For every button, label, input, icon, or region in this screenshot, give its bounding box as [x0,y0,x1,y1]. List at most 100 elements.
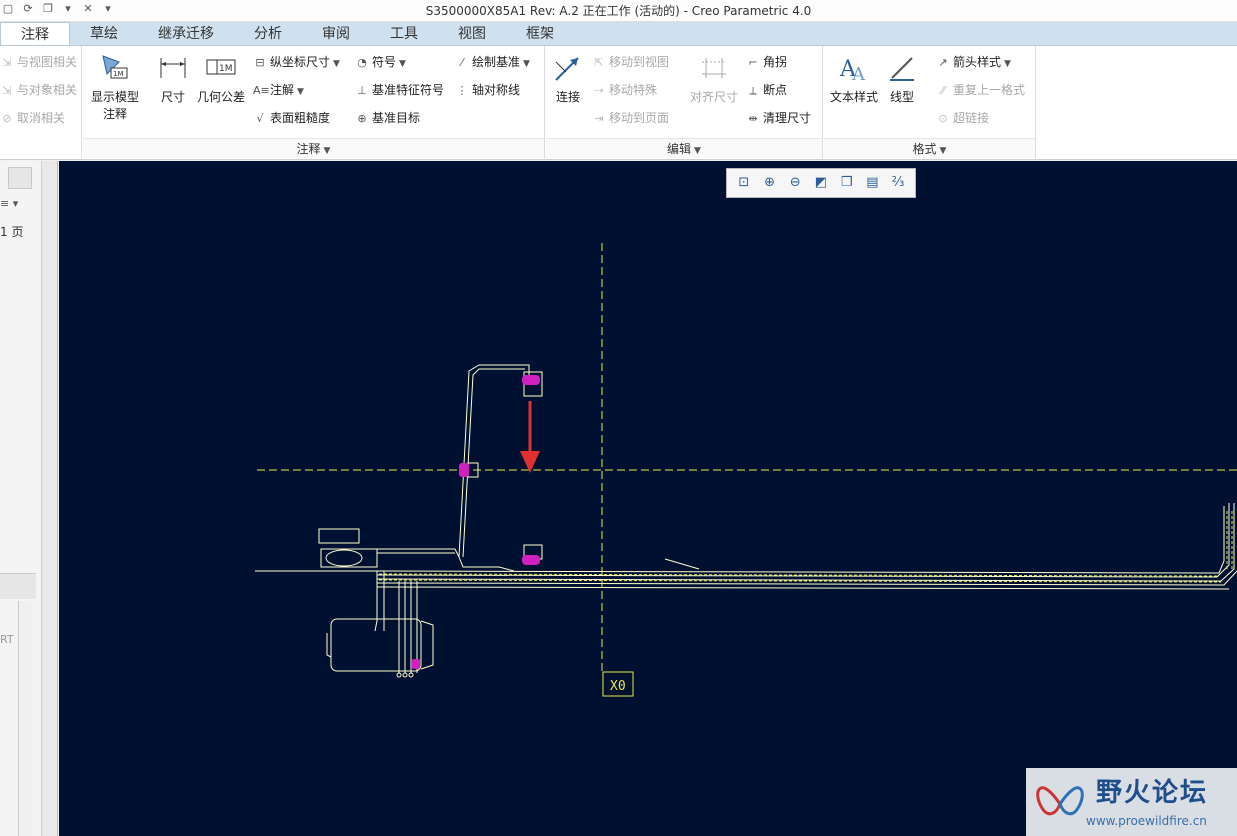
repeat-last-format-button[interactable]: ⁄⁄ 重复上一格式 [936,80,1025,100]
move-special-button[interactable]: ⇢ 移动特殊 [592,80,657,100]
edit-group-label[interactable]: 编辑 ▼ [546,138,822,158]
layer-tree-icon[interactable] [8,167,32,189]
axis-symmetry-icon: ⋮ [456,84,468,97]
format-group-label[interactable]: 格式 ▼ [824,138,1035,158]
gtol-button[interactable]: 1M 几何公差 [191,52,251,105]
view-toolbar: ⊡ ⊕ ⊖ ◩ ❒ ▤ ⅔ [726,168,916,198]
align-dimension-button[interactable]: 对齐尺寸 [684,52,744,105]
group-relations: ⇲ 与视图相关 ⇲ 与对象相关 ⊘ 取消相关 [0,46,82,160]
zoom-out-icon[interactable]: ⊖ [786,174,804,192]
chevron-down-icon: ▼ [297,87,304,97]
repeat-format-icon: ⁄⁄ [941,84,945,97]
connect-icon [555,57,579,81]
dimension-icon [160,58,186,78]
align-dimension-icon [702,58,726,78]
watermark-logo: 野火论坛 www.proewildfire.cn [1026,768,1237,836]
move-to-view-icon: ⇱ [594,56,604,69]
ordinate-icon: ⊟ [255,56,265,69]
butterfly-logo-icon [1036,786,1084,816]
group-format: A A 文本样式 线型 ↗ 箭头样式 ▼ ⁄⁄ 重复上一格式 ⊙ 超链接 格式 ▼ [824,46,1036,160]
tab-annotate[interactable]: 注释 [0,22,70,45]
svg-text:A: A [851,64,866,84]
link-icon: ⇲ [2,56,12,69]
draw-datum-icon: ⁄ [461,56,463,69]
line-style-button[interactable]: 线型 [872,52,932,105]
jog-button[interactable]: ⌐ 角拐 [746,52,787,72]
symbol-button[interactable]: ◔ 符号 ▼ [355,52,406,72]
move-to-view-button[interactable]: ⇱ 移动到视图 [592,52,669,72]
chevron-down-icon: ▼ [1004,59,1011,69]
ribbon: ⇲ 与视图相关 ⇲ 与对象相关 ⊘ 取消相关 1M 显示模型 注释 尺寸 1M … [0,46,1237,160]
gtol-icon: 1M [206,59,236,75]
unrelate-button[interactable]: ⊘ 取消相关 [0,108,65,128]
surface-finish-button[interactable]: √ 表面粗糙度 [253,108,330,128]
tab-analysis[interactable]: 分析 [234,22,302,45]
annotation-display-icon[interactable]: ⅔ [889,174,907,192]
annotate-group-label[interactable]: 注释 ▼ [83,138,544,158]
navigator-panel: ≡ ▾ 1 页 RT [0,161,58,836]
chevron-down-icon: ▼ [939,146,947,156]
move-to-page-button[interactable]: ⇥ 移动到页面 [592,108,669,128]
hyperlink-icon: ⊙ [938,112,948,125]
svg-text:1M: 1M [219,64,233,74]
pin-icon[interactable] [0,573,36,599]
connect-button[interactable]: 连接 [538,52,598,105]
symbol-icon: ◔ [357,56,367,69]
link-object-icon: ⇲ [2,84,12,97]
view-related-button[interactable]: ⇲ 与视图相关 [0,52,77,72]
jog-icon: ⌐ [748,56,758,69]
repaint-icon[interactable]: ◩ [812,174,830,192]
note-button[interactable]: A≡注解 ▼ [253,80,304,100]
line-style-icon [890,57,914,81]
datum-feature-symbol-button[interactable]: ⊥ 基准特征符号 [355,80,444,100]
show-model-annotations-icon: 1M [102,55,128,79]
chevron-down-icon: ▼ [399,59,406,69]
tab-tools[interactable]: 工具 [370,22,438,45]
red-arrow-icon [520,401,540,473]
chevron-down-icon: ▼ [694,146,701,156]
ordinate-dimension-button[interactable]: ⊟ 纵坐标尺寸 ▼ [253,52,340,72]
datum-target-button[interactable]: ⊕ 基准目标 [355,108,420,128]
watermark-url: www.proewildfire.cn [1086,814,1207,828]
group-edit: 连接 ⇱ 移动到视图 ⇢ 移动特殊 ⇥ 移动到页面 对齐尺寸 ⌐ 角拐 ⟂ 断点 ⇹ 清理尺… [546,46,823,160]
move-to-page-icon: ⇥ [594,112,604,125]
display-style-icon[interactable]: ❒ [838,174,856,192]
ribbon-tabs: 注释 草绘 继承迁移 分析 审阅 工具 视图 框架 [0,22,1237,46]
tab-legacy-migration[interactable]: 继承迁移 [138,22,234,45]
tree-filter-icon[interactable]: ≡ ▾ [0,197,36,215]
move-special-icon: ⇢ [594,84,604,97]
cleanup-dimensions-button[interactable]: ⇹ 清理尺寸 [746,108,811,128]
tab-sketch[interactable]: 草绘 [70,22,138,45]
zoom-in-icon[interactable]: ⊕ [761,174,779,192]
draw-datum-button[interactable]: ⁄ 绘制基准 ▼ [455,52,530,72]
window-title: S3500000X85A1 Rev: A.2 正在工作 (活动的) - Creo… [425,4,812,18]
refit-icon[interactable]: ⊡ [735,174,753,192]
chevron-down-icon: ▼ [323,146,331,156]
show-model-annotations-button[interactable]: 1M 显示模型 注释 [85,52,145,122]
tab-view[interactable]: 视图 [438,22,506,45]
tab-review[interactable]: 审阅 [302,22,370,45]
panel-scrollbar[interactable] [18,601,32,836]
title-bar: ▢ ⟳ ❐ ▾ ✕ ▾ S3500000X85A1 Rev: A.2 正在工作 … [0,0,1237,22]
panel-sash[interactable] [42,161,58,836]
unlink-icon: ⊘ [2,112,12,125]
chevron-down-icon: ▼ [523,59,530,69]
chevron-down-icon: ▼ [333,59,340,69]
note-icon: A≡ [253,84,270,97]
cleanup-icon: ⇹ [748,112,758,125]
drawing-canvas[interactable]: X0 [59,161,1237,836]
axis-symmetry-button[interactable]: ⋮ 轴对称线 [455,80,521,100]
watermark-name: 野火论坛 [1096,778,1209,808]
tab-frame[interactable]: 框架 [506,22,574,45]
axis-label: X0 [610,679,626,694]
datum-target-icon: ⊕ [357,112,367,125]
hyperlink-button[interactable]: ⊙ 超链接 [936,108,989,128]
arrow-style-icon: ↗ [938,56,948,69]
group-annotate: 1M 显示模型 注释 尺寸 1M 几何公差 ⊟ 纵坐标尺寸 ▼ A≡注解 ▼ √ 表面 [83,46,545,160]
break-button[interactable]: ⟂ 断点 [746,80,787,100]
page-label[interactable]: 1 页 [0,223,23,240]
drawing-svg: X0 [255,243,1237,697]
arrow-style-button[interactable]: ↗ 箭头样式 ▼ [936,52,1011,72]
saved-views-icon[interactable]: ▤ [863,174,881,192]
object-related-button[interactable]: ⇲ 与对象相关 [0,80,77,100]
